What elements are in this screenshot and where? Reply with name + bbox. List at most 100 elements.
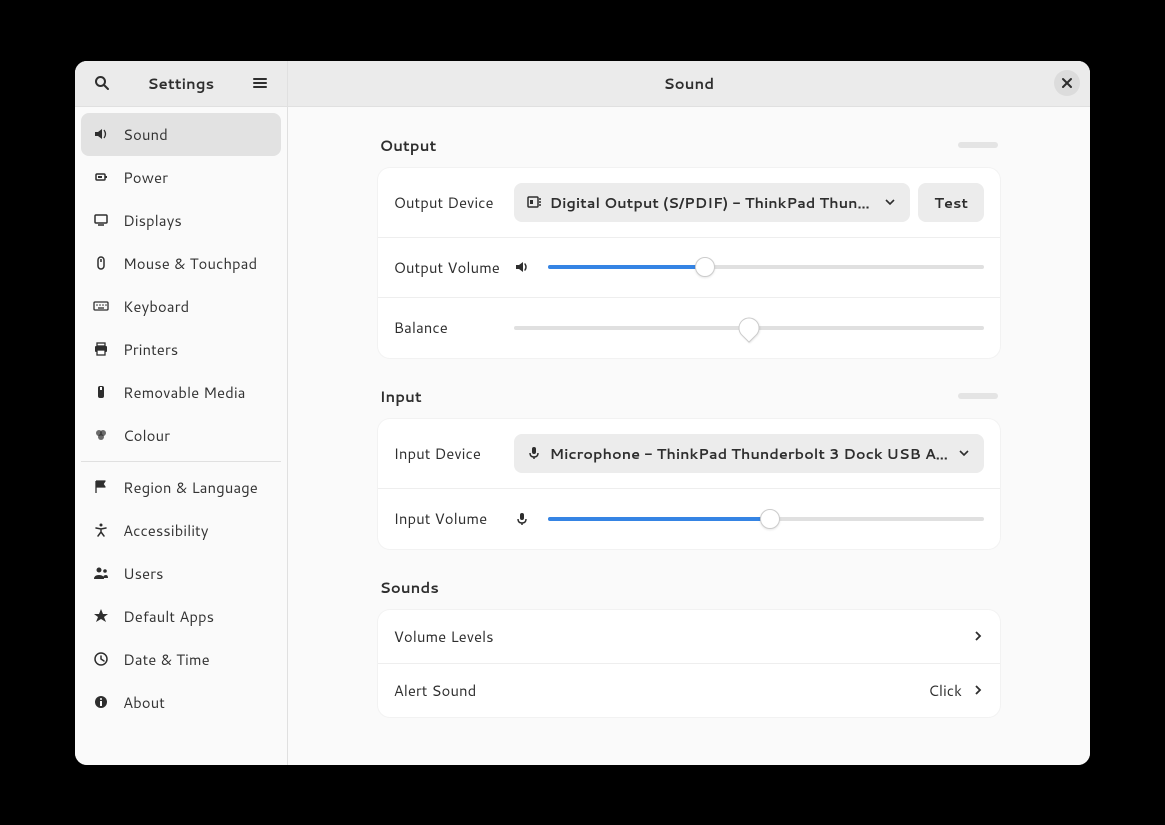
sidebar-item-label: Power <box>123 167 168 188</box>
chevron-right-icon <box>972 684 984 696</box>
sidebar-item-label: Users <box>123 563 163 584</box>
output-device-selected: Digital Output (S/PDIF) - ThinkPad Thun… <box>550 192 875 213</box>
main-header: Sound <box>288 61 1090 107</box>
sidebar-item-users[interactable]: Users <box>81 552 281 595</box>
output-device-label: Output Device <box>394 192 514 213</box>
input-device-row: Input Device Microphone - ThinkPad Thund… <box>378 419 1000 489</box>
output-level-indicator <box>958 142 998 148</box>
search-icon <box>94 75 110 91</box>
about-icon <box>93 694 109 710</box>
output-volume-row: Output Volume <box>378 238 1000 298</box>
output-section-title: Output <box>380 135 437 156</box>
sidebar-item-label: Region & Language <box>123 477 258 498</box>
printers-icon <box>93 341 109 357</box>
settings-window: Settings Sound Power Displays Mouse & Touch… <box>75 61 1090 765</box>
sidebar-item-power[interactable]: Power <box>81 156 281 199</box>
microphone-icon[interactable] <box>514 511 530 527</box>
balance-slider[interactable] <box>514 318 984 338</box>
sidebar-item-label: Printers <box>123 339 178 360</box>
keyboard-icon <box>93 298 109 314</box>
alert-sound-label: Alert Sound <box>394 680 929 701</box>
content-area: Output Output Device Digital Output (S/P… <box>288 107 1090 765</box>
sidebar-item-label: Sound <box>123 124 168 145</box>
volume-levels-label: Volume Levels <box>394 626 972 647</box>
removable-icon <box>93 384 109 400</box>
input-volume-slider[interactable] <box>548 509 984 529</box>
sidebar-item-label: Keyboard <box>123 296 189 317</box>
datetime-icon <box>93 651 109 667</box>
speaker-icon[interactable] <box>514 259 530 275</box>
accessibility-icon <box>93 522 109 538</box>
input-volume-row: Input Volume <box>378 489 1000 549</box>
sidebar-item-label: Date & Time <box>123 649 210 670</box>
displays-icon <box>93 212 109 228</box>
input-device-dropdown[interactable]: Microphone - ThinkPad Thunderbolt 3 Dock… <box>514 434 984 473</box>
sidebar-title: Settings <box>119 73 243 94</box>
alert-sound-value: Click <box>928 680 962 701</box>
sidebar-list[interactable]: Sound Power Displays Mouse & Touchpad Keyboa… <box>75 107 287 765</box>
alert-sound-row[interactable]: Alert Sound Click <box>378 664 1000 717</box>
input-device-selected: Microphone - ThinkPad Thunderbolt 3 Dock… <box>550 443 948 464</box>
region-icon <box>93 479 109 495</box>
users-icon <box>93 565 109 581</box>
sounds-section-header: Sounds <box>378 577 1000 598</box>
input-device-label: Input Device <box>394 443 514 464</box>
colour-icon <box>93 427 109 443</box>
input-volume-label: Input Volume <box>394 508 514 529</box>
mouse-icon <box>93 255 109 271</box>
balance-label: Balance <box>394 317 514 338</box>
sounds-panel: Volume Levels Alert Sound Click <box>378 610 1000 717</box>
sidebar-item-about[interactable]: About <box>81 681 281 724</box>
sounds-section-title: Sounds <box>380 577 439 598</box>
defaultapps-icon <box>93 608 109 624</box>
sidebar-item-mouse[interactable]: Mouse & Touchpad <box>81 242 281 285</box>
test-button[interactable]: Test <box>918 183 984 222</box>
sidebar-item-region[interactable]: Region & Language <box>81 466 281 509</box>
sidebar-item-label: Mouse & Touchpad <box>123 253 257 274</box>
sidebar-item-label: Default Apps <box>123 606 214 627</box>
sidebar-item-label: Colour <box>123 425 170 446</box>
sidebar-item-label: Removable Media <box>123 382 245 403</box>
input-section-title: Input <box>380 386 422 407</box>
sidebar-item-label: About <box>123 692 165 713</box>
chevron-down-icon <box>956 448 972 458</box>
sidebar-item-removable[interactable]: Removable Media <box>81 371 281 414</box>
output-device-dropdown[interactable]: Digital Output (S/PDIF) - ThinkPad Thun… <box>514 183 911 222</box>
output-device-row: Output Device Digital Output (S/PDIF) - … <box>378 168 1000 238</box>
output-panel: Output Device Digital Output (S/PDIF) - … <box>378 168 1000 358</box>
power-icon <box>93 169 109 185</box>
output-volume-slider[interactable] <box>548 257 984 277</box>
output-volume-label: Output Volume <box>394 257 514 278</box>
sidebar-item-datetime[interactable]: Date & Time <box>81 638 281 681</box>
sidebar-item-colour[interactable]: Colour <box>81 414 281 457</box>
microphone-icon <box>526 445 542 461</box>
sidebar: Settings Sound Power Displays Mouse & Touch… <box>75 61 288 765</box>
audio-card-icon <box>526 194 542 210</box>
sidebar-divider <box>81 461 281 462</box>
search-button[interactable] <box>85 66 119 100</box>
menu-button[interactable] <box>243 66 277 100</box>
hamburger-icon <box>252 75 268 91</box>
sidebar-item-displays[interactable]: Displays <box>81 199 281 242</box>
output-section-header: Output <box>378 135 1000 156</box>
volume-levels-row[interactable]: Volume Levels <box>378 610 1000 664</box>
input-section-header: Input <box>378 386 1000 407</box>
close-icon <box>1061 77 1073 89</box>
sidebar-item-sound[interactable]: Sound <box>81 113 281 156</box>
sidebar-item-label: Displays <box>123 210 182 231</box>
sound-icon <box>93 126 109 142</box>
page-title: Sound <box>324 73 1054 94</box>
main-pane: Sound Output Output Device <box>288 61 1090 765</box>
chevron-down-icon <box>882 197 898 207</box>
sidebar-item-printers[interactable]: Printers <box>81 328 281 371</box>
close-button[interactable] <box>1054 70 1080 96</box>
chevron-right-icon <box>972 630 984 642</box>
sidebar-item-label: Accessibility <box>123 520 209 541</box>
input-level-indicator <box>958 393 998 399</box>
input-panel: Input Device Microphone - ThinkPad Thund… <box>378 419 1000 549</box>
sidebar-item-accessibility[interactable]: Accessibility <box>81 509 281 552</box>
sidebar-item-keyboard[interactable]: Keyboard <box>81 285 281 328</box>
sidebar-item-defaultapps[interactable]: Default Apps <box>81 595 281 638</box>
sidebar-header: Settings <box>75 61 287 107</box>
balance-row: Balance <box>378 298 1000 358</box>
